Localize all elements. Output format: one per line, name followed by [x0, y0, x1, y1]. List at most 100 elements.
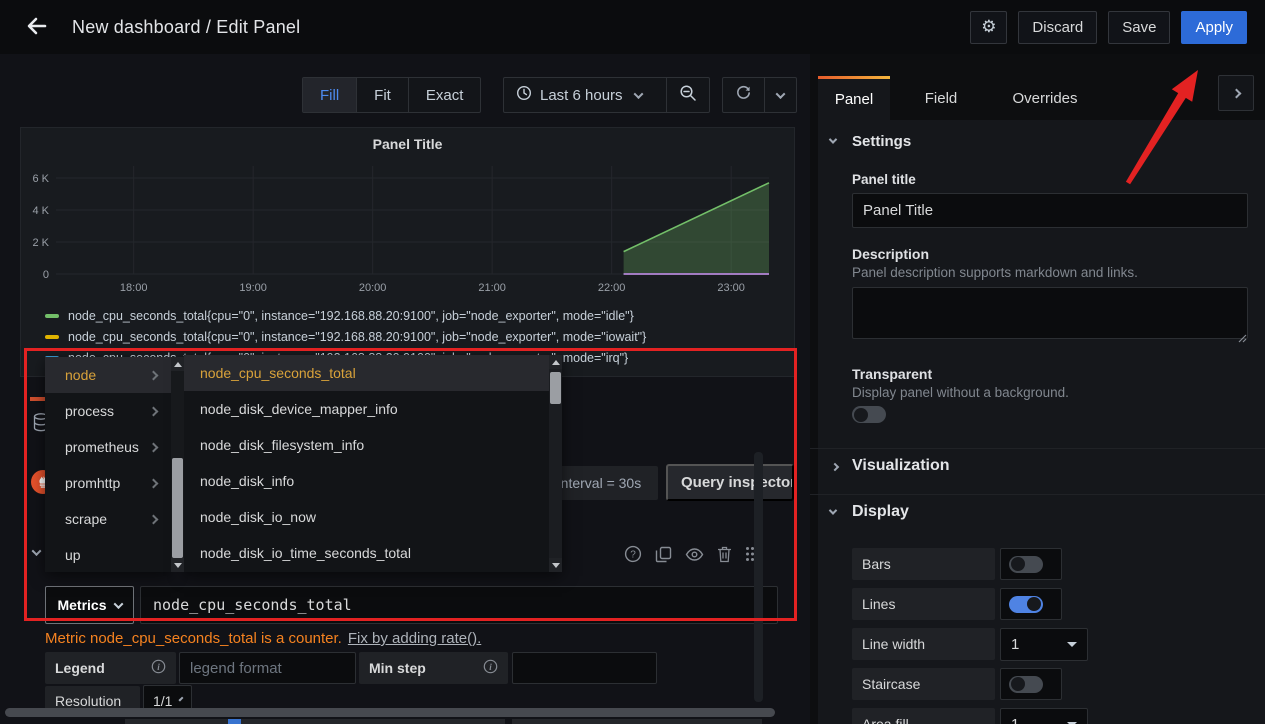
bars-option-label: Bars: [852, 548, 995, 580]
svg-text:20:00: 20:00: [359, 282, 387, 294]
chevron-right-icon: [149, 514, 159, 524]
metric-item[interactable]: node_disk_io_time_seconds_total: [184, 535, 562, 571]
arrow-left-icon: [25, 15, 47, 40]
scroll-up-icon[interactable]: [549, 355, 562, 369]
scroll-down-icon[interactable]: [549, 558, 562, 572]
metric-item[interactable]: node_disk_info: [184, 463, 562, 499]
metric-item[interactable]: node_disk_filesystem_info: [184, 427, 562, 463]
category-item-node[interactable]: node: [45, 357, 171, 393]
resize-handle-icon[interactable]: [1238, 330, 1262, 721]
category-item-promhttp[interactable]: promhttp: [45, 465, 171, 501]
divider: [810, 448, 1265, 449]
help-icon[interactable]: ?: [624, 545, 642, 563]
clock-icon: [516, 85, 532, 106]
fit-mode-button[interactable]: Fit: [357, 78, 409, 112]
promql-expression-input[interactable]: [140, 586, 778, 624]
category-item-prometheus[interactable]: prometheus: [45, 429, 171, 465]
category-item-up[interactable]: up: [45, 537, 171, 573]
back-button[interactable]: [16, 7, 56, 47]
zoom-out-button[interactable]: [667, 78, 709, 112]
vertical-scrollbar[interactable]: [754, 452, 763, 702]
fill-mode-button[interactable]: Fill: [303, 78, 357, 112]
lines-toggle[interactable]: [1009, 596, 1043, 613]
lines-option-label: Lines: [852, 588, 995, 620]
settings-section-header[interactable]: Settings: [852, 133, 911, 150]
resolution-value: 1/1: [153, 693, 172, 709]
category-item-scrape[interactable]: scrape: [45, 501, 171, 537]
metric-category-list: node process prometheus promhttp scrape …: [45, 357, 171, 572]
options-pane: Panel Field Overrides Settings Panel tit…: [810, 54, 1265, 724]
time-range-picker[interactable]: Last 6 hours: [504, 78, 666, 112]
metrics-button-label: Metrics: [57, 597, 106, 613]
legend-option-label: Legend i: [45, 652, 176, 684]
category-list-scrollbar[interactable]: [171, 357, 184, 572]
line-width-select[interactable]: 1: [1000, 628, 1088, 661]
refresh-interval-dropdown[interactable]: [765, 78, 796, 112]
time-range-label: Last 6 hours: [540, 87, 623, 104]
metric-item[interactable]: node_disk_device_mapper_info: [184, 391, 562, 427]
tab-field[interactable]: Field: [890, 76, 992, 120]
tab-panel[interactable]: Panel: [818, 76, 890, 120]
disable-query-eye-icon[interactable]: [685, 547, 704, 562]
clipped-row-fragment: [228, 719, 241, 724]
legend-item[interactable]: node_cpu_seconds_total{cpu="0", instance…: [45, 330, 646, 344]
refresh-group: [722, 77, 797, 113]
display-section-header[interactable]: Display: [852, 503, 909, 521]
scroll-up-icon[interactable]: [171, 357, 184, 371]
svg-text:18:00: 18:00: [120, 282, 148, 294]
metric-item[interactable]: node_disk_io_now: [184, 499, 562, 535]
metric-list-scrollbar[interactable]: [549, 355, 562, 572]
discard-button[interactable]: Discard: [1018, 11, 1097, 44]
timeseries-chart[interactable]: 6 K4 K2 K018:0019:0020:0021:0022:0023:00: [21, 156, 796, 306]
caret-down-icon: [1067, 642, 1077, 647]
apply-button[interactable]: Apply: [1181, 11, 1247, 44]
chevron-down-icon: [633, 89, 643, 99]
query-inspector-button[interactable]: Query inspector: [666, 464, 794, 501]
metric-item[interactable]: node_cpu_seconds_total: [184, 355, 562, 391]
metrics-dropdown-button[interactable]: Metrics: [45, 586, 134, 624]
svg-text:0: 0: [43, 269, 49, 281]
chevron-down-icon: [179, 697, 184, 702]
query-row-collapse-icon[interactable]: [32, 546, 42, 556]
tab-overrides[interactable]: Overrides: [992, 76, 1098, 120]
refresh-button[interactable]: [723, 78, 764, 112]
series-color-swatch: [45, 314, 59, 318]
svg-text:23:00: 23:00: [717, 282, 745, 294]
svg-text:22:00: 22:00: [598, 282, 626, 294]
svg-text:21:00: 21:00: [478, 282, 506, 294]
chevron-right-icon: [149, 406, 159, 416]
visualization-section-header[interactable]: Visualization: [852, 457, 950, 475]
transparent-toggle[interactable]: [852, 406, 886, 423]
chevron-right-icon: [149, 442, 159, 452]
svg-text:2 K: 2 K: [32, 237, 49, 249]
info-icon[interactable]: i: [483, 659, 498, 677]
duplicate-query-icon[interactable]: [655, 546, 672, 563]
min-step-input[interactable]: [512, 652, 657, 684]
staircase-option-control: [1000, 668, 1062, 700]
exact-mode-button[interactable]: Exact: [409, 78, 481, 112]
legend-item-label: node_cpu_seconds_total{cpu="0", instance…: [68, 309, 634, 323]
transparent-hint: Display panel without a background.: [852, 385, 1069, 400]
category-item-process[interactable]: process: [45, 393, 171, 429]
delete-query-trash-icon[interactable]: [717, 546, 732, 563]
svg-text:4 K: 4 K: [32, 205, 49, 217]
area-fill-select[interactable]: 1: [1000, 708, 1088, 724]
bars-toggle[interactable]: [1009, 556, 1043, 573]
chevron-down-icon: [776, 89, 786, 99]
staircase-toggle[interactable]: [1009, 676, 1043, 693]
horizontal-scrollbar[interactable]: [5, 708, 775, 717]
collapse-pane-button[interactable]: [1218, 75, 1254, 111]
query-row-actions: ?: [624, 545, 755, 563]
legend-format-input[interactable]: [179, 652, 356, 684]
dashboard-settings-button[interactable]: ⚙: [970, 11, 1007, 44]
save-button[interactable]: Save: [1108, 11, 1170, 44]
scroll-down-icon[interactable]: [171, 558, 184, 572]
fix-rate-link[interactable]: Fix by adding rate().: [348, 630, 481, 647]
chevron-right-icon: [149, 370, 159, 380]
legend-item[interactable]: node_cpu_seconds_total{cpu="0", instance…: [45, 309, 634, 323]
series-color-swatch: [45, 335, 59, 339]
panel-title-input[interactable]: [852, 193, 1248, 228]
description-textarea[interactable]: [852, 287, 1248, 339]
info-icon[interactable]: i: [151, 659, 166, 677]
svg-text:6 K: 6 K: [32, 173, 49, 185]
